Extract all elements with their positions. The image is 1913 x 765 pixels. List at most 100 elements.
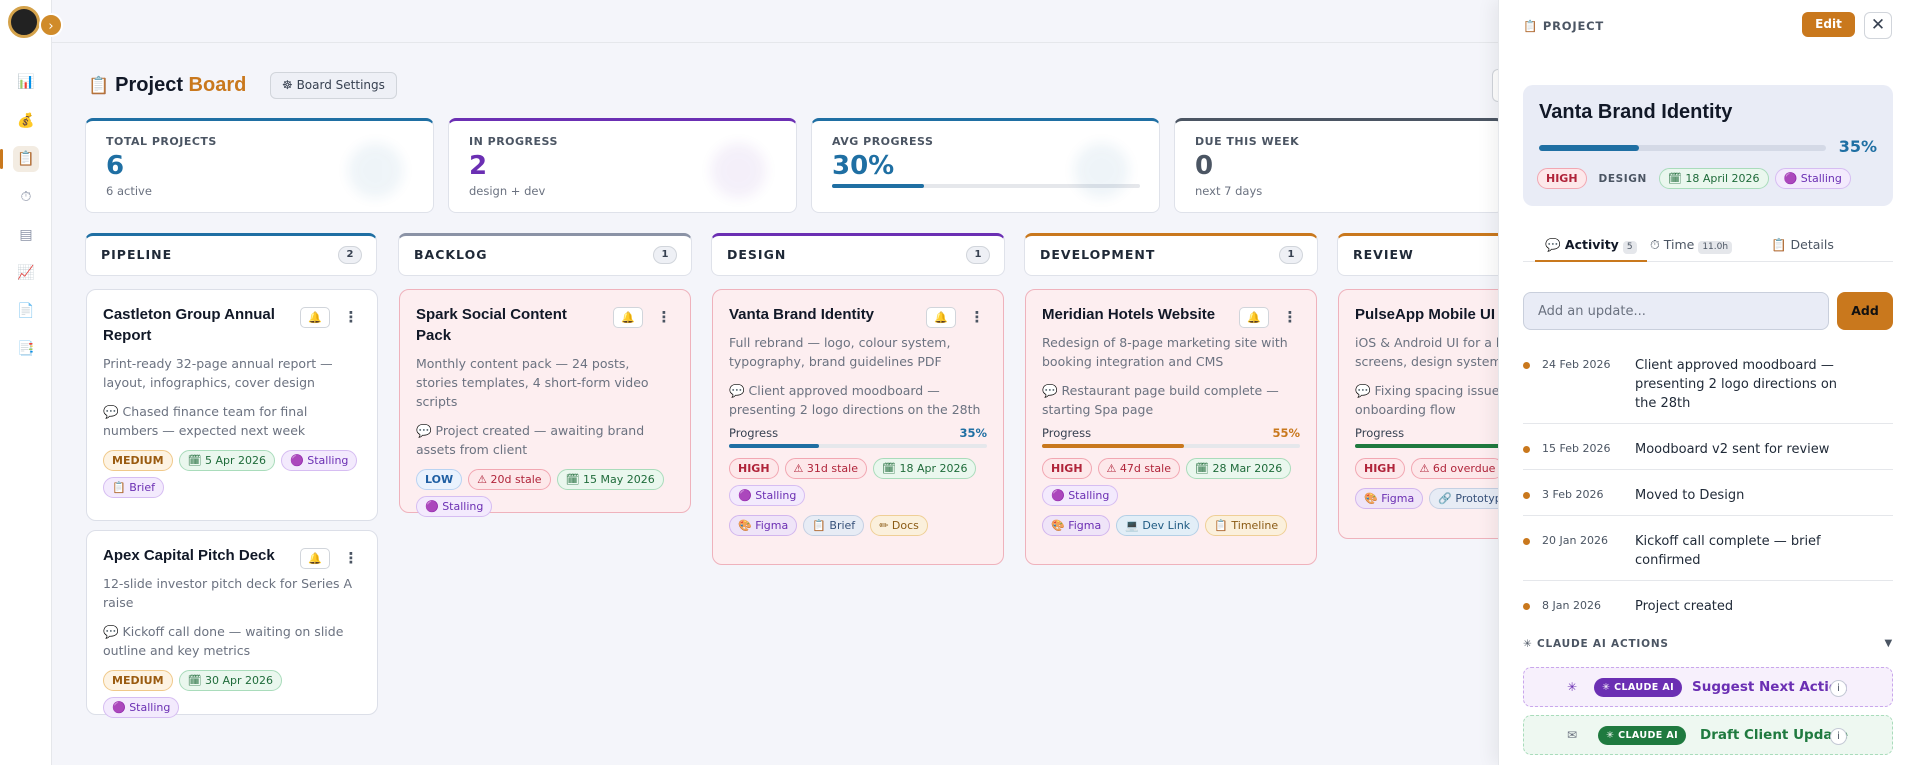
- column-design: DESIGN 1: [711, 233, 1005, 276]
- timeline-dot: [1523, 538, 1530, 545]
- bell-icon[interactable]: 🔔: [300, 307, 330, 328]
- figma-link[interactable]: 🎨 Figma: [1042, 515, 1111, 536]
- activity-item: 8 Jan 2026 Project created: [1523, 591, 1893, 626]
- card-latest-update: 💬 Project created — awaiting brand asset…: [416, 423, 645, 457]
- docs-link[interactable]: ✏ Docs: [870, 515, 928, 536]
- card-latest-update: 💬 Client approved moodboard — presenting…: [729, 383, 981, 417]
- card-title: Castleton Group Annual Report: [103, 306, 275, 344]
- document-icon[interactable]: 📄: [13, 298, 39, 324]
- column-count: 2: [338, 246, 362, 264]
- board-icon[interactable]: ▤: [13, 222, 39, 248]
- close-icon[interactable]: ✕: [1864, 12, 1892, 39]
- panel-tabs: 💬 Activity 5 ⏱ Time 11.0h 📋 Details: [1523, 232, 1893, 262]
- envelope-icon: ✉: [1567, 728, 1578, 742]
- overdue-badge: ⚠ 6d overdue: [1410, 458, 1505, 479]
- tab-time[interactable]: ⏱ Time 11.0h: [1640, 232, 1742, 262]
- status-badge: 🟣 Stalling: [103, 697, 180, 718]
- project-summary: Vanta Brand Identity 35% HIGH DESIGN 🗓 1…: [1523, 85, 1893, 206]
- stale-badge: ⚠ 20d stale: [468, 469, 551, 490]
- activity-timeline: 24 Feb 2026 Client approved moodboard — p…: [1523, 350, 1893, 636]
- status-badge: 🟣 Stalling: [1042, 485, 1119, 506]
- info-icon[interactable]: i: [1830, 680, 1847, 697]
- priority-badge: MEDIUM: [103, 670, 173, 691]
- progress-bar: [729, 444, 987, 448]
- status-badge: 🟣 Stalling: [281, 450, 358, 471]
- due-date-badge: 🗓 18 April 2026: [1658, 168, 1769, 189]
- figma-link[interactable]: 🎨 Figma: [729, 515, 798, 536]
- category-label: DESIGN: [1598, 172, 1647, 185]
- due-date-badge: 🗓 15 May 2026: [556, 469, 664, 490]
- info-icon[interactable]: i: [1830, 728, 1847, 745]
- priority-badge: HIGH: [729, 458, 779, 479]
- bell-icon[interactable]: 🔔: [300, 548, 330, 569]
- card-description: Monthly content pack — 24 posts, stories…: [416, 356, 649, 409]
- activity-item: 24 Feb 2026 Client approved moodboard — p…: [1523, 350, 1893, 424]
- stat-due-this-week: DUE THIS WEEK 0 next 7 days: [1174, 118, 1504, 213]
- due-date-badge: 🗓 30 Apr 2026: [178, 670, 283, 691]
- money-bag-icon[interactable]: 💰: [13, 108, 39, 134]
- column-count: 1: [1279, 246, 1303, 264]
- bell-icon[interactable]: 🔔: [613, 307, 643, 328]
- more-options-icon[interactable]: ⋮: [341, 548, 361, 569]
- priority-badge: LOW: [416, 469, 463, 490]
- priority-badge: HIGH: [1537, 168, 1587, 189]
- timeline-link[interactable]: 📋 Timeline: [1205, 515, 1288, 536]
- figma-link[interactable]: 🎨 Figma: [1355, 488, 1424, 509]
- claude-ai-chip: ✳ CLAUDE AI: [1598, 726, 1687, 745]
- timeline-dot: [1523, 446, 1530, 453]
- clipboard-icon[interactable]: 📋: [0, 146, 39, 172]
- card-description: Print-ready 32-page annual report — layo…: [103, 356, 333, 390]
- more-options-icon[interactable]: ⋮: [654, 307, 674, 328]
- status-badge: 🟣 Stalling: [416, 496, 493, 517]
- update-input[interactable]: [1523, 292, 1829, 330]
- chart-bar-icon[interactable]: 📊: [13, 69, 39, 95]
- column-development: DEVELOPMENT 1: [1024, 233, 1318, 276]
- chevron-down-icon[interactable]: ▼: [1885, 638, 1894, 649]
- project-card[interactable]: Apex Capital Pitch Deck 🔔 ⋮ 12-slide inv…: [86, 530, 378, 718]
- more-options-icon[interactable]: ⋮: [967, 307, 987, 328]
- due-date-badge: 🗓 28 Mar 2026: [1186, 458, 1292, 479]
- board-settings-button[interactable]: ☸ Board Settings: [270, 72, 397, 99]
- card-description: Redesign of 8-page marketing site with b…: [1042, 335, 1288, 369]
- suggest-next-action-button[interactable]: ✳ ✳ CLAUDE AI Suggest Next Action i: [1523, 667, 1893, 707]
- add-update-button[interactable]: Add: [1837, 292, 1893, 330]
- column-count: 1: [653, 246, 677, 264]
- due-date-badge: 🗓 18 Apr 2026: [873, 458, 977, 479]
- more-options-icon[interactable]: ⋮: [341, 307, 361, 328]
- card-title: Meridian Hotels Website: [1042, 306, 1216, 323]
- panel-label: 📋 PROJECT: [1523, 19, 1605, 33]
- activity-item: 15 Feb 2026 Moodboard v2 sent for review: [1523, 434, 1893, 470]
- project-card[interactable]: Spark Social Content Pack 🔔 ⋮ Monthly co…: [399, 289, 691, 517]
- project-progress-bar: [1539, 145, 1826, 151]
- card-title: Vanta Brand Identity: [729, 306, 875, 323]
- priority-badge: HIGH: [1042, 458, 1092, 479]
- more-options-icon[interactable]: ⋮: [1280, 307, 1300, 328]
- dev-link[interactable]: 💻 Dev Link: [1116, 515, 1200, 536]
- card-latest-update: 💬 Chased finance team for final numbers …: [103, 404, 308, 438]
- bell-icon[interactable]: 🔔: [926, 307, 956, 328]
- progress-row: Progress 35%: [729, 426, 987, 440]
- trend-line-icon[interactable]: 📈: [13, 260, 39, 286]
- stat-avg-progress: AVG PROGRESS 30%: [811, 118, 1160, 213]
- list-icon[interactable]: 📑: [13, 336, 39, 362]
- brief-link[interactable]: 📋 Brief: [103, 477, 164, 498]
- timer-icon[interactable]: ⏱: [13, 184, 39, 210]
- card-title: Apex Capital Pitch Deck: [103, 547, 275, 564]
- tab-details[interactable]: 📋 Details: [1761, 232, 1844, 262]
- chevron-right-icon[interactable]: ›: [39, 13, 63, 37]
- ai-actions-header[interactable]: ✳ CLAUDE AI ACTIONS ▼: [1523, 638, 1893, 650]
- bell-icon[interactable]: 🔔: [1239, 307, 1269, 328]
- project-card[interactable]: Meridian Hotels Website 🔔 ⋮ Redesign of …: [1025, 289, 1317, 565]
- brief-link[interactable]: 📋 Brief: [803, 515, 865, 536]
- app-logo[interactable]: [8, 6, 40, 38]
- edit-button[interactable]: Edit: [1802, 12, 1855, 37]
- project-card[interactable]: Castleton Group Annual Report 🔔 ⋮ Print-…: [86, 289, 378, 521]
- project-card-selected[interactable]: Vanta Brand Identity 🔔 ⋮ Full rebrand — …: [712, 289, 1004, 565]
- status-badge: 🟣 Stalling: [729, 485, 806, 506]
- column-review: REVIEW: [1337, 233, 1517, 276]
- tab-activity[interactable]: 💬 Activity 5: [1535, 232, 1647, 262]
- claude-ai-chip: ✳ CLAUDE AI: [1594, 678, 1683, 697]
- draft-client-update-button[interactable]: ✉ ✳ CLAUDE AI Draft Client Update i: [1523, 715, 1893, 755]
- stale-badge: ⚠ 47d stale: [1097, 458, 1180, 479]
- project-progress-value: 35%: [1838, 137, 1877, 156]
